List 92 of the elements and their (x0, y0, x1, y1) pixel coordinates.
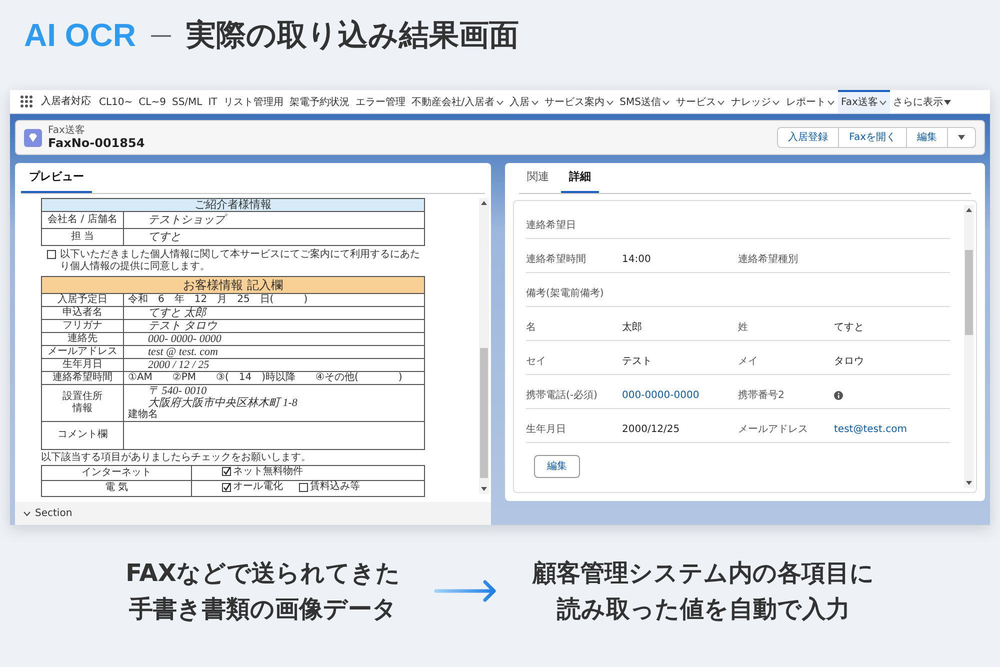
edit-button[interactable]: 編集 (534, 454, 580, 478)
field-label: 生年月日 (526, 422, 567, 436)
field-label: メールアドレス (738, 422, 809, 436)
nav-tab[interactable]: サービス (673, 90, 728, 113)
nav-tab[interactable]: IT (205, 90, 220, 113)
field-value: てすと (834, 320, 864, 334)
brand-title: AI OCR (24, 16, 136, 55)
dash-text: — (150, 22, 172, 50)
form-label: 会社名 / 店舗名 (42, 211, 124, 228)
form-heading: お客様情報 記入欄 (42, 276, 424, 293)
form-label: 生年月日 (42, 358, 124, 371)
form-label: インターネット (42, 465, 192, 480)
handwritten-text: 〒 540- 0010 (147, 384, 208, 396)
form-label: メールアドレス (42, 345, 124, 358)
field-value: 2000/12/25 (622, 422, 680, 436)
form-heading: ご紹介者様情報 (42, 198, 424, 211)
form-note: 以下該当する項目がありましたらチェックをお願いします。 (41, 450, 312, 464)
record-type: Fax送客 (48, 125, 86, 136)
form-text: 令和 6 年 12 月 25 日( ) (128, 294, 309, 306)
app-name: 入居者対応 (40, 94, 92, 109)
arrow-icon (434, 579, 498, 603)
nav-tab[interactable]: リスト管理用 (220, 90, 286, 113)
action-button[interactable]: 入居登録 (777, 127, 840, 148)
field-link[interactable]: test@test.com (834, 422, 907, 436)
field-label: メイ (738, 354, 759, 368)
nav-tab[interactable]: 入居 (506, 90, 542, 113)
nav-tab[interactable]: 架電予約状況 (286, 90, 352, 113)
nav-tab[interactable]: CL10~ (96, 90, 136, 113)
nav-tab[interactable]: SS/ML (168, 90, 206, 113)
form-label: 担 当 (42, 228, 124, 245)
field-label: 姓 (738, 320, 749, 334)
form-label: 設置住所 情報 (42, 384, 124, 421)
form-label: フリガナ (42, 319, 124, 332)
section-toggle[interactable]: Section (15, 502, 491, 525)
handwritten-text: 000- 0000- 0000 (147, 332, 222, 344)
record-name: FaxNo-001854 (48, 136, 145, 150)
field-value: タロウ (834, 354, 864, 368)
field-value: 14:00 (622, 252, 651, 266)
consent-text: 以下いただきました個人情報に関して本サービスにてご案内にて利用するにあたり個人情報の提供に同意します。 (60, 248, 421, 272)
scrollbar[interactable] (964, 204, 974, 488)
option-text: オール電化 (233, 481, 283, 493)
field-label: 連絡希望時間 (526, 252, 587, 266)
caption-text: 顧客管理システム内の各項目に 読み取った値を自動で入力 (532, 558, 874, 625)
handwritten-text: 大阪府大阪市中央区林木町 1-8 (147, 396, 298, 408)
nav-tab[interactable]: エラー管理 (352, 90, 408, 113)
field-label: 携帯電話(-必須) (526, 388, 598, 402)
field-link[interactable]: 000-0000-0000 (622, 388, 700, 402)
action-button[interactable]: Faxを開く (838, 127, 907, 148)
field-label: 名 (526, 320, 537, 334)
handwritten-text: テスト タロウ (147, 320, 218, 332)
grid-icon (20, 95, 33, 108)
form-label: コメント欄 (42, 421, 124, 449)
action-button[interactable]: 編集 (906, 127, 948, 148)
form-label: 電 気 (42, 480, 192, 496)
field-label: セイ (526, 354, 547, 368)
field-value: 太郎 (622, 320, 642, 334)
nav-tab[interactable]: サービス案内 (542, 90, 617, 113)
nav-tab[interactable]: レポート (783, 90, 838, 113)
form-label: 連絡先 (42, 332, 124, 345)
nav-tab[interactable]: ナレッジ (728, 90, 783, 113)
nav-tab[interactable]: CL~9 (136, 90, 169, 113)
nav-tab[interactable]: SMS送信 (616, 90, 673, 113)
chevron-down-icon (23, 510, 31, 516)
form-text: ①AM ②PM ③( 14 )時以降 ④その他( ) (128, 372, 404, 384)
form-text: 建物名 (128, 408, 158, 420)
caret-icon (958, 135, 965, 140)
page-title: 実際の取り込み結果画面 (186, 16, 519, 54)
form-label: 入居予定日 (42, 293, 124, 306)
option-text: 賃料込み等 (310, 481, 360, 493)
nav-tab[interactable]: さらに表示 (890, 90, 954, 113)
tab[interactable]: プレビュー (21, 163, 92, 192)
field-label: 備考(架電前備考) (526, 286, 605, 300)
field-label: 携帯番号2 (738, 388, 786, 402)
handwritten-text: test @ test. com (147, 346, 219, 358)
form-label: 申込者名 (42, 306, 124, 319)
option-text: ネット無料物件 (233, 466, 303, 478)
caption-text: FAXなどで送られてきた 手書き書類の画像データ (126, 558, 400, 625)
handwritten-text: テストショップ (128, 214, 420, 226)
handwritten-text: てすと 太郎 (147, 306, 208, 318)
field-value: テスト (622, 354, 652, 368)
more-actions-button[interactable] (947, 127, 976, 148)
nav-tab[interactable]: Fax送客 (838, 90, 890, 113)
tab[interactable]: 関連 (519, 163, 557, 192)
scrollbar[interactable] (479, 198, 489, 494)
gem-icon (24, 128, 42, 146)
handwritten-text: てすと (147, 230, 182, 242)
field-label: 連絡希望日 (526, 218, 577, 232)
tab[interactable]: 詳細 (561, 163, 599, 192)
handwritten-text: 2000 / 12 / 25 (147, 358, 210, 370)
form-label: 連絡希望時間 (42, 371, 124, 384)
field-label: 連絡希望種別 (738, 252, 799, 266)
nav-tab[interactable]: 不動産会社/入居者 (408, 90, 507, 113)
